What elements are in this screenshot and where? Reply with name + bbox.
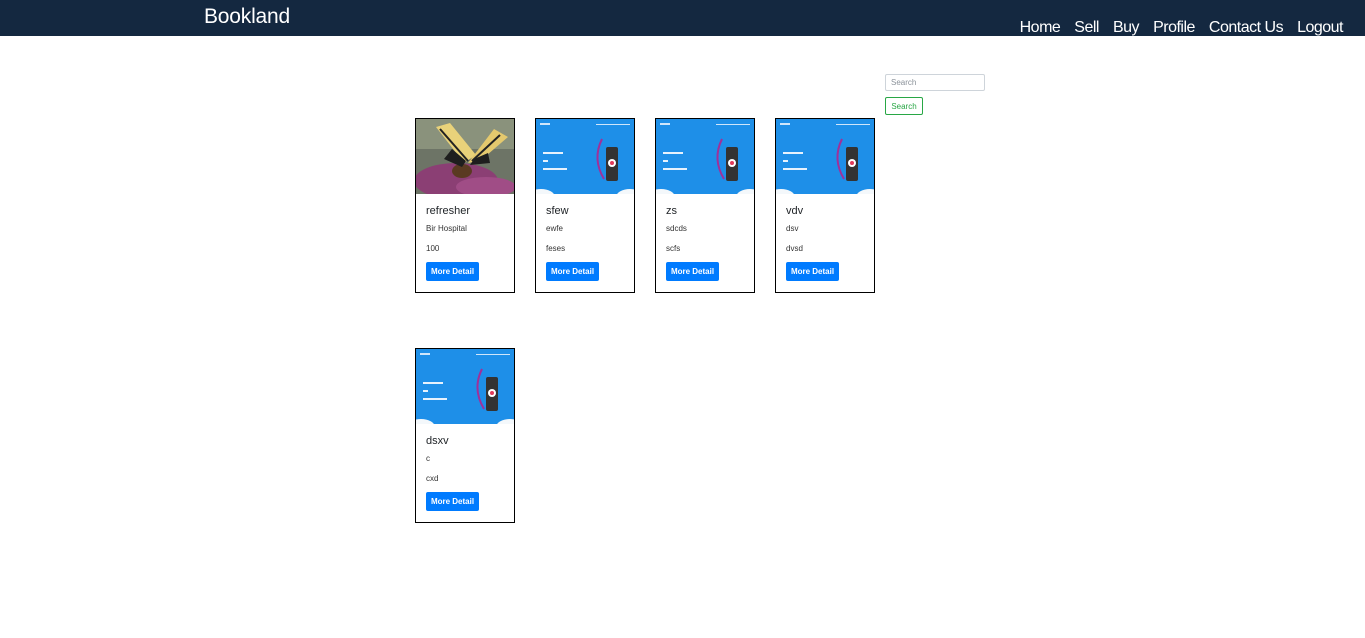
- book-image: [416, 119, 514, 194]
- book-author: ewfe: [546, 224, 563, 233]
- book-title: dsxv: [426, 435, 449, 447]
- more-detail-button[interactable]: More Detail: [426, 262, 479, 281]
- book-title: refresher: [426, 205, 471, 217]
- nav-contact-us[interactable]: Contact Us: [1209, 19, 1284, 37]
- book-price: scfs: [666, 244, 681, 253]
- book-image: [656, 119, 754, 194]
- book-title: zs: [666, 205, 677, 217]
- book-card: vdv dsv dvsd More Detail: [775, 118, 875, 293]
- top-navbar: Bookland Home Sell Buy Profile Contact U…: [0, 0, 1365, 36]
- book-price: cxd: [426, 474, 439, 483]
- nav-buy[interactable]: Buy: [1113, 19, 1140, 37]
- more-detail-button[interactable]: More Detail: [666, 262, 719, 281]
- nav-sell[interactable]: Sell: [1074, 19, 1099, 37]
- book-price: feses: [546, 244, 566, 253]
- book-price: dvsd: [786, 244, 803, 253]
- more-detail-button[interactable]: More Detail: [546, 262, 599, 281]
- nav-home[interactable]: Home: [1020, 19, 1061, 37]
- brand-logo[interactable]: Bookland: [204, 5, 290, 29]
- book-price: 100: [426, 244, 440, 253]
- more-detail-button[interactable]: More Detail: [426, 492, 479, 511]
- nav-logout[interactable]: Logout: [1297, 19, 1343, 37]
- book-image: [776, 119, 874, 194]
- book-card: dsxv c cxd More Detail: [415, 348, 515, 523]
- more-detail-button[interactable]: More Detail: [786, 262, 839, 281]
- main-nav: Home Sell Buy Profile Contact Us Logout: [1020, 19, 1344, 37]
- book-author: dsv: [786, 224, 799, 233]
- book-image: [416, 349, 514, 424]
- search-input[interactable]: [885, 74, 985, 91]
- book-author: c: [426, 454, 430, 463]
- book-author: Bir Hospital: [426, 224, 467, 233]
- nav-profile[interactable]: Profile: [1153, 19, 1195, 37]
- book-title: sfew: [546, 205, 569, 217]
- book-title: vdv: [786, 205, 804, 217]
- book-author: sdcds: [666, 224, 687, 233]
- search-button[interactable]: Search: [885, 97, 923, 115]
- book-card: sfew ewfe feses More Detail: [535, 118, 635, 293]
- book-card: zs sdcds scfs More Detail: [655, 118, 755, 293]
- book-image: [536, 119, 634, 194]
- book-card: refresher Bir Hospital 100 More Detail: [415, 118, 515, 293]
